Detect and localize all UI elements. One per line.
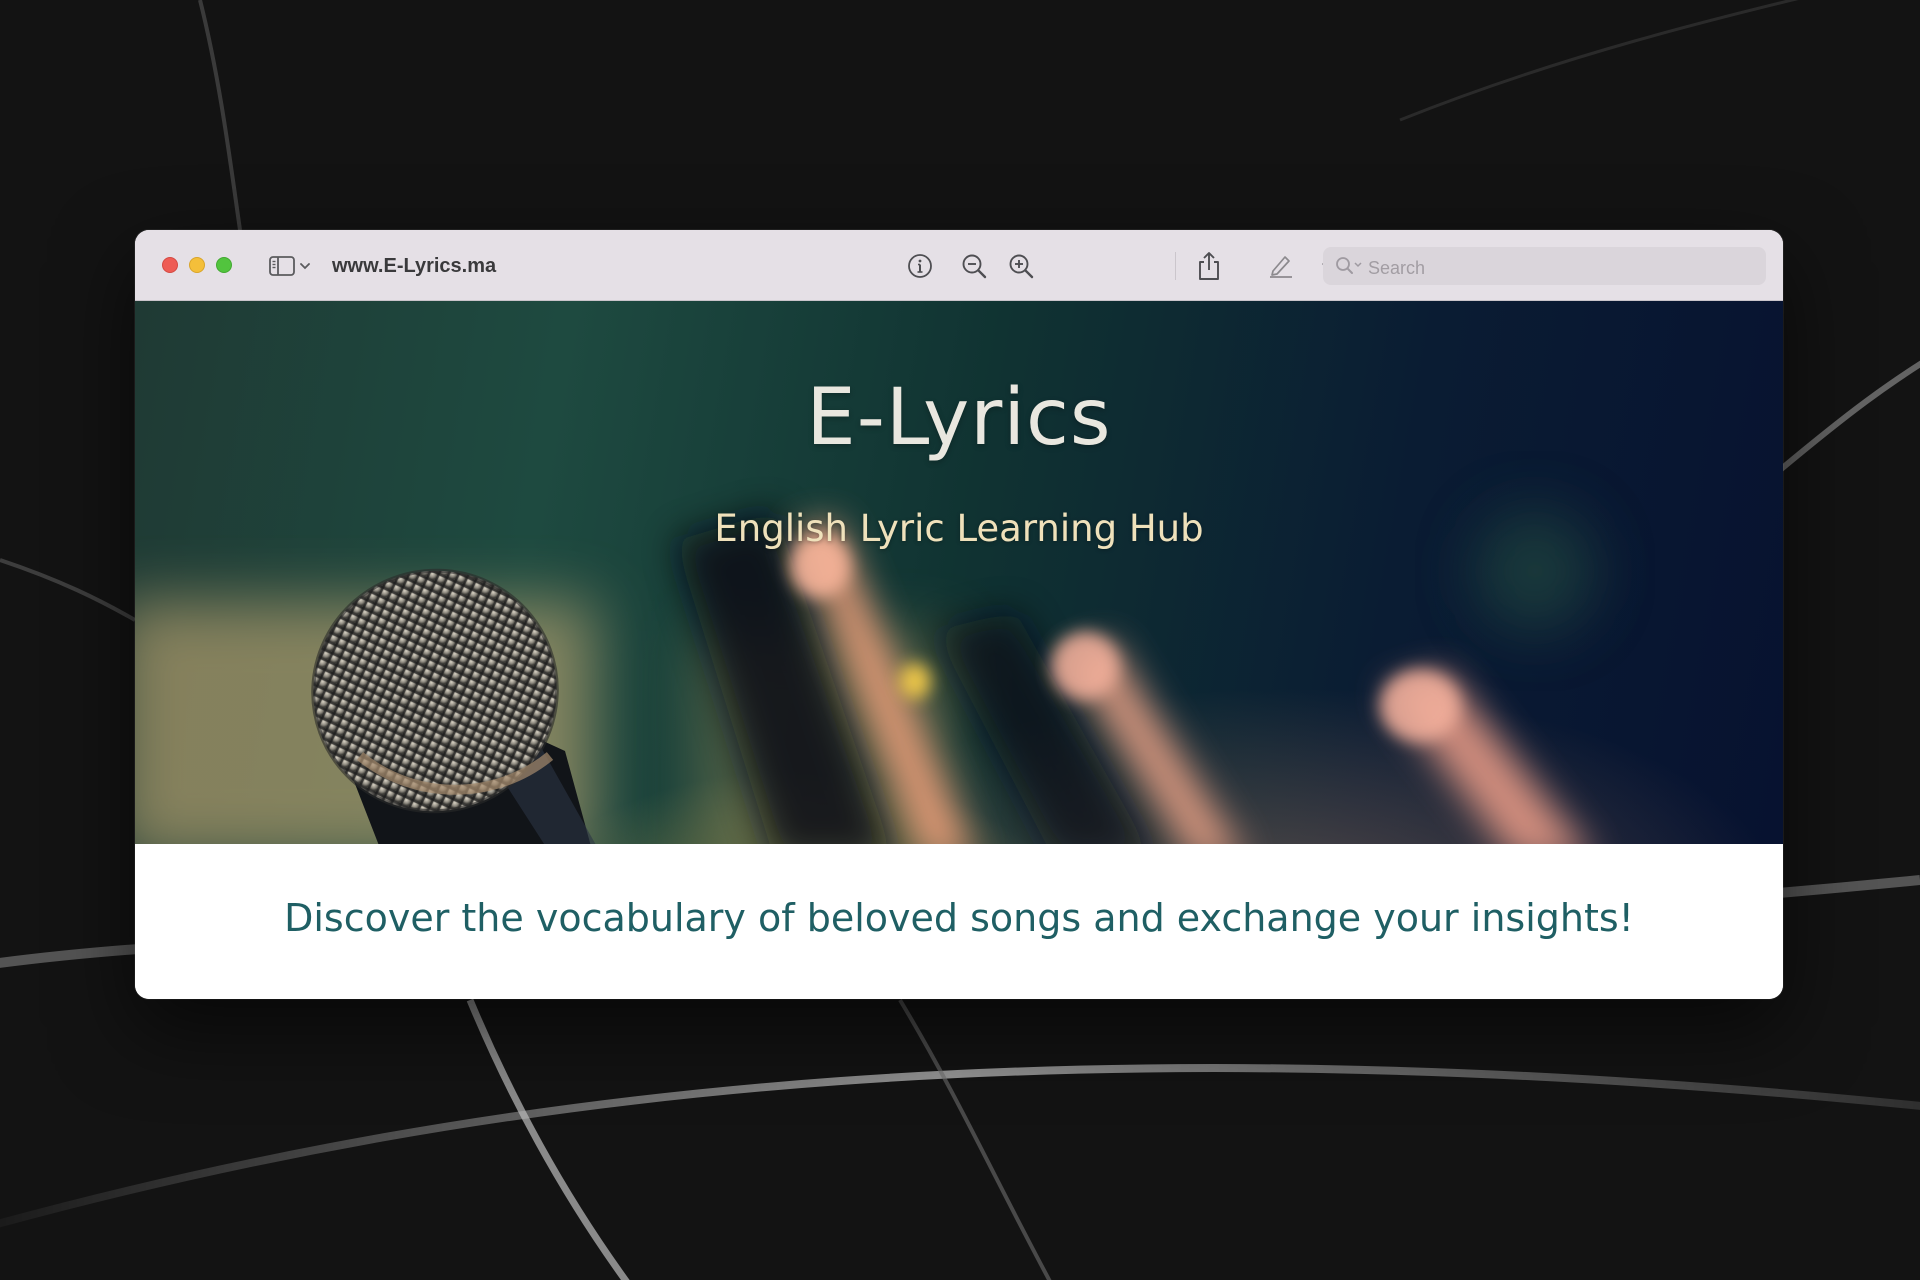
sidebar-icon[interactable] [268, 254, 296, 278]
browser-window: www.E-Lyrics.ma Search E-Lyrics English … [135, 230, 1783, 999]
browser-toolbar: www.E-Lyrics.ma [135, 230, 1783, 301]
info-icon[interactable] [906, 252, 934, 280]
highlighter-icon[interactable] [1266, 250, 1296, 280]
minimize-button[interactable] [189, 257, 205, 273]
hero-banner: E-Lyrics English Lyric Learning Hub [135, 301, 1783, 844]
site-subtitle: English Lyric Learning Hub [714, 507, 1204, 550]
search-icon [1335, 256, 1363, 280]
toolbar-divider [1175, 252, 1176, 280]
main-content: Discover the vocabulary of beloved songs… [135, 844, 1783, 999]
zoom-in-icon[interactable] [1007, 252, 1035, 280]
zoom-button[interactable] [216, 257, 232, 273]
search-input[interactable] [1368, 247, 1748, 287]
search-field[interactable] [1323, 247, 1766, 287]
zoom-out-icon[interactable] [960, 252, 988, 280]
site-title: E-Lyrics [806, 373, 1112, 463]
url-address[interactable]: www.E-Lyrics.ma [332, 252, 496, 280]
chevron-down-icon[interactable] [298, 260, 312, 272]
tagline: Discover the vocabulary of beloved songs… [284, 896, 1634, 940]
share-icon[interactable] [1195, 250, 1223, 282]
close-button[interactable] [162, 257, 178, 273]
